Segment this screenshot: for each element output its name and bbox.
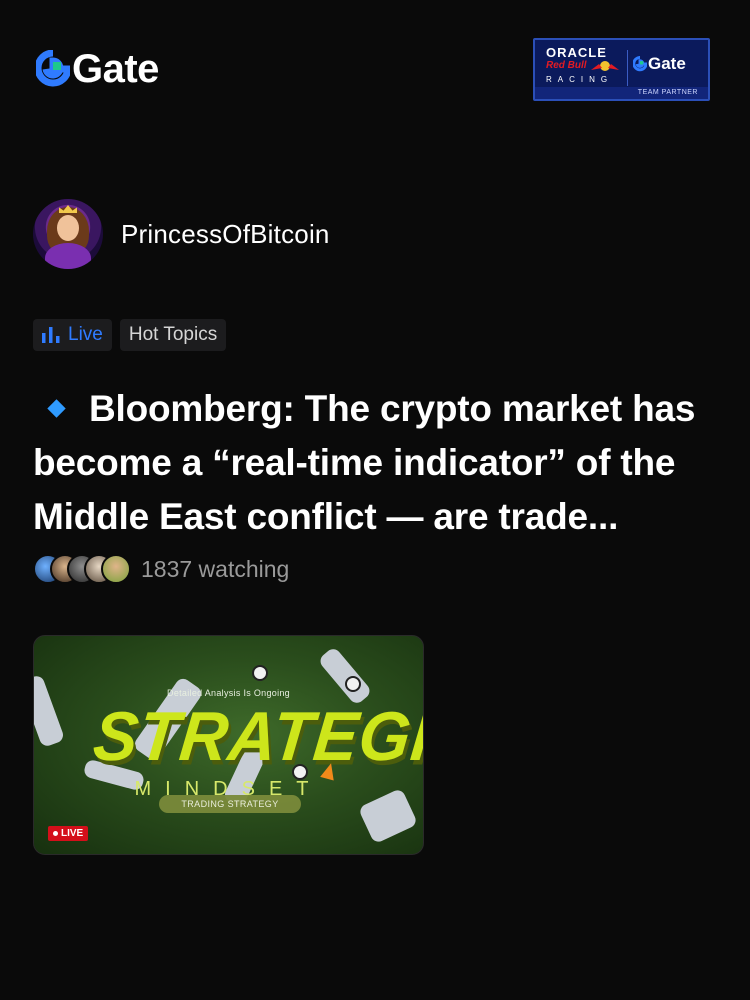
live-badge-label: LIVE: [61, 828, 84, 839]
oracle-wordmark: ORACLE: [546, 45, 607, 60]
live-badge: LIVE: [48, 826, 89, 841]
robot-figure: [34, 674, 66, 748]
gate-mini-icon: [633, 56, 647, 72]
thumbnail-headline: STRATEGIC: [89, 697, 424, 775]
viewer-avatars: [33, 554, 131, 584]
diamond-icon: [47, 399, 66, 418]
soccer-ball: [252, 665, 268, 681]
post-title-text: Bloomberg: The crypto market has become …: [33, 388, 696, 537]
watching-count: 1837 watching: [141, 555, 290, 582]
author-name[interactable]: PrincessOfBitcoin: [121, 219, 330, 250]
watching-row: 1837 watching: [33, 554, 289, 584]
team-partner-label: TEAM PARTNER: [535, 87, 708, 99]
hot-topics-tag[interactable]: Hot Topics: [119, 319, 227, 351]
partner-divider: [627, 50, 628, 86]
redbull-bull-icon: [591, 61, 619, 71]
live-tag-label: Live: [68, 324, 103, 345]
gate-logo[interactable]: Gate: [36, 49, 159, 89]
avatar[interactable]: [33, 199, 103, 269]
live-tag[interactable]: Live: [33, 319, 112, 351]
gate-mini-logo: Gate: [633, 54, 686, 74]
live-bars-icon: [42, 327, 60, 343]
author-row[interactable]: PrincessOfBitcoin: [33, 199, 330, 269]
gate-logo-text: Gate: [72, 47, 159, 91]
tag-row: Live Hot Topics: [33, 319, 227, 351]
racing-wordmark: RACING: [546, 75, 614, 84]
redbull-wordmark: Red Bull: [546, 60, 587, 71]
team-partner-banner[interactable]: ORACLE Red Bull RACING Gate TEAM PARTNER: [533, 38, 710, 101]
live-dot-icon: [53, 831, 58, 836]
live-stream-thumbnail[interactable]: Detailed Analysis Is Ongoing STRATEGIC M…: [33, 635, 424, 855]
thumbnail-pill: TRADING STRATEGY: [159, 795, 301, 813]
viewer-avatar: [101, 554, 131, 584]
hot-topics-label: Hot Topics: [128, 324, 218, 345]
gate-logo-icon: [36, 50, 70, 87]
post-title[interactable]: Bloomberg: The crypto market has become …: [33, 382, 723, 544]
gate-mini-text: Gate: [648, 54, 686, 73]
